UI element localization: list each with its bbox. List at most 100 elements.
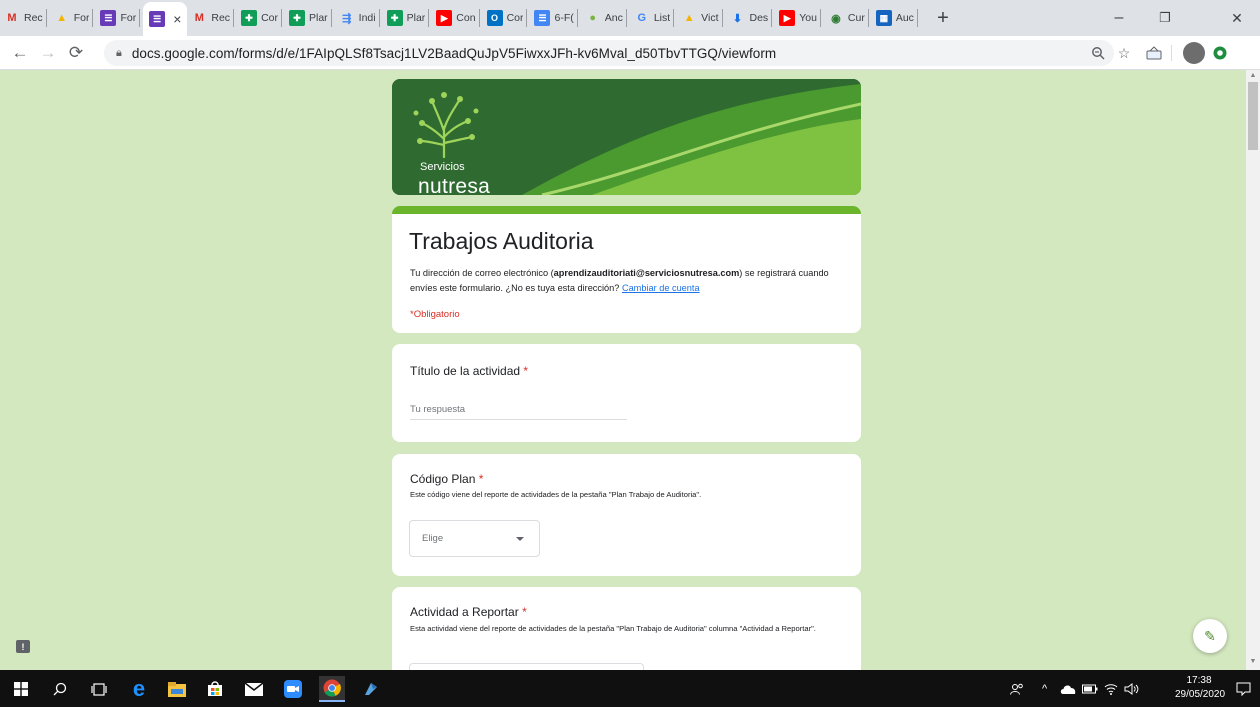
browser-tab[interactable]: ▲ Vict	[677, 0, 725, 36]
tab-label: Auc	[895, 12, 914, 24]
youtube-icon: ▶	[779, 10, 796, 26]
feedback-icon[interactable]: !	[16, 640, 30, 653]
scrollbar-thumb[interactable]	[1248, 82, 1258, 150]
app-icon[interactable]	[358, 676, 384, 702]
search-icon[interactable]	[47, 676, 73, 702]
browser-tab[interactable]: ▦ Auc	[872, 0, 921, 36]
tab-label: You	[799, 12, 817, 24]
tab-active[interactable]: ☰ ×	[143, 2, 188, 36]
edge-icon[interactable]: e	[126, 676, 152, 702]
browser-tab[interactable]: ▶ You	[775, 0, 824, 36]
outlook-icon: O	[486, 10, 503, 26]
new-tab-button[interactable]: +	[931, 7, 955, 30]
browser-tab[interactable]: ☰ For	[96, 0, 143, 36]
tab-separator	[280, 9, 282, 27]
leaf-icon: ●	[589, 12, 597, 24]
activity-dropdown[interactable]	[409, 663, 644, 670]
youtube-icon: ▶	[436, 10, 453, 26]
browser-tab[interactable]: ▶ Con	[432, 0, 482, 36]
browser-tab[interactable]: ◉ Cur	[824, 0, 872, 36]
tab-separator	[576, 9, 578, 27]
forms-icon: ☰	[100, 10, 117, 26]
volume-icon[interactable]	[1124, 670, 1140, 707]
show-hidden-icons-chevron-icon[interactable]: ^	[1042, 670, 1047, 707]
browser-tab[interactable]: ⬇ Des	[726, 0, 776, 36]
browser-tab[interactable]: M Rec	[0, 0, 50, 36]
zoom-app-icon[interactable]	[280, 676, 306, 702]
question-card: Actividad a Reportar * Esta actividad vi…	[392, 587, 861, 670]
tab-label: Con	[456, 12, 476, 24]
extension-green-icon[interactable]	[1211, 44, 1229, 62]
zoom-icon[interactable]	[1089, 44, 1107, 62]
wifi-icon[interactable]	[1104, 670, 1118, 707]
browser-tab[interactable]: ▲ For	[50, 0, 97, 36]
tab-separator	[330, 9, 332, 27]
url-text[interactable]: docs.google.com/forms/d/e/1FAIpQLSf8Tsac…	[132, 46, 776, 61]
tab-label: 6-F(	[554, 12, 574, 24]
close-window-button[interactable]: ✕	[1214, 0, 1260, 36]
activity-title-input[interactable]: Tu respuesta	[410, 402, 627, 420]
tab-label: Anc	[604, 12, 623, 24]
tab-separator	[45, 9, 47, 27]
tab-strip: M Rec ▲ For ☰ For ☰ × M Rec ✚ Cor ✚ Plar ⇶ Indi ✚ Plar ▶ Co…	[0, 0, 1260, 36]
circle-icon: ◉	[831, 12, 841, 25]
plan-code-dropdown[interactable]: Elige	[409, 520, 540, 557]
browser-tab[interactable]: G List	[630, 0, 677, 36]
tab-separator	[625, 9, 627, 27]
question-title-text: Actividad a Reportar	[410, 605, 519, 619]
page-scrollbar[interactable]: ▲ ▼	[1246, 70, 1260, 670]
reload-icon[interactable]: ⟳	[64, 41, 88, 65]
bookmark-star-icon[interactable]: ☆	[1115, 44, 1133, 62]
browser-tab[interactable]: ● Anc	[581, 0, 630, 36]
battery-icon[interactable]	[1082, 670, 1098, 707]
onedrive-cloud-icon[interactable]	[1060, 670, 1076, 707]
switch-account-link[interactable]: Cambiar de cuenta	[622, 283, 700, 293]
tab-separator	[378, 9, 380, 27]
extension-icon[interactable]	[1145, 44, 1163, 62]
mail-icon[interactable]	[241, 676, 267, 702]
form-header-card: Trabajos Auditoria Tu dirección de corre…	[392, 206, 861, 333]
tab-separator	[867, 9, 869, 27]
address-bar[interactable]: 🔒︎ docs.google.com/forms/d/e/1FAIpQLSf8T…	[104, 40, 1114, 66]
minimize-button[interactable]: –	[1096, 0, 1142, 36]
notifications-icon[interactable]	[1236, 670, 1251, 707]
clock-time: 17:38	[1186, 675, 1212, 686]
tab-label: Plar	[406, 12, 426, 24]
question-help: Este código viene del reporte de activid…	[410, 490, 702, 499]
forward-arrow-icon[interactable]: →	[36, 41, 60, 65]
close-tab-icon[interactable]: ×	[173, 11, 181, 27]
brand-servicios: Servicios	[420, 161, 465, 173]
tab-label: Cor	[261, 12, 278, 24]
store-icon[interactable]	[202, 676, 228, 702]
task-view-icon[interactable]	[86, 676, 112, 702]
file-explorer-icon[interactable]	[164, 676, 190, 702]
browser-tab[interactable]: ☰ 6-F(	[530, 0, 580, 36]
browser-tab[interactable]: O Cor	[483, 0, 531, 36]
browser-tab[interactable]: ✚ Plar	[383, 0, 433, 36]
browser-tab[interactable]: ⇶ Indi	[335, 0, 383, 36]
browser-tab[interactable]: ✚ Plar	[285, 0, 335, 36]
required-asterisk: *	[478, 472, 484, 486]
edit-pencil-icon[interactable]: ✎	[1193, 619, 1227, 653]
tab-separator	[721, 9, 723, 27]
windows-taskbar: e ^ 17:38 29/05/2020	[0, 670, 1260, 707]
required-asterisk: *	[522, 605, 527, 619]
docs-icon: ☰	[534, 10, 551, 26]
clock-date: 29/05/2020	[1175, 689, 1226, 700]
browser-tab[interactable]: M Rec	[187, 0, 237, 36]
windows-start-icon[interactable]	[8, 676, 34, 702]
people-icon[interactable]	[1010, 670, 1024, 707]
tab-label: Cur	[847, 12, 865, 24]
browser-tab[interactable]: ✚ Cor	[237, 0, 285, 36]
tab-separator	[526, 9, 528, 27]
scroll-down-icon[interactable]: ▼	[1246, 658, 1260, 665]
chrome-icon[interactable]	[319, 676, 345, 702]
tab-label: For	[120, 12, 137, 24]
chevron-down-icon	[516, 537, 524, 541]
maximize-button[interactable]: ❐	[1142, 0, 1188, 36]
profile-avatar[interactable]	[1183, 42, 1205, 64]
toolbar-divider	[1171, 45, 1172, 61]
back-arrow-icon[interactable]: ←	[8, 41, 32, 65]
scroll-up-icon[interactable]: ▲	[1246, 72, 1260, 79]
taskbar-clock[interactable]: 17:38 29/05/2020	[1175, 674, 1226, 702]
